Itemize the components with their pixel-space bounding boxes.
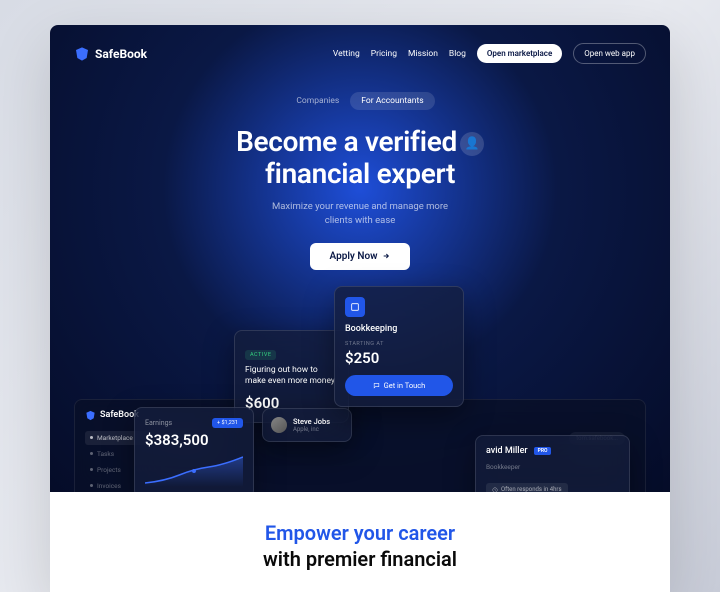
hero-title: Become a verified👤 financial expert (74, 126, 646, 190)
get-in-touch-button[interactable]: Get in Touch (345, 375, 453, 396)
bookkeeping-card[interactable]: Bookkeeping STARTING AT $250 Get in Touc… (334, 286, 464, 407)
bottom-section: Empower your career with premier financi… (50, 492, 670, 592)
earnings-label: Earnings (145, 419, 172, 427)
bookkeeping-title: Bookkeeping (345, 324, 453, 334)
profile-name: avid Miller (486, 446, 528, 456)
task-title: Figuring out how to make even more money (245, 365, 338, 387)
apply-now-button[interactable]: Apply Now (310, 243, 411, 270)
nav-links: Vetting Pricing Mission Blog Open market… (333, 43, 646, 64)
contact-card[interactable]: Steve Jobs Apple, inc (262, 408, 352, 442)
chat-icon (373, 382, 380, 389)
contact-company: Apple, inc (293, 426, 330, 433)
nav-mission[interactable]: Mission (408, 49, 438, 59)
pro-badge: PRO (534, 447, 552, 455)
contact-name: Steve Jobs (293, 417, 330, 426)
brand-logo[interactable]: SafeBook (74, 46, 147, 62)
bookkeeping-icon (345, 297, 365, 317)
tab-companies[interactable]: Companies (285, 92, 350, 110)
nav-blog[interactable]: Blog (449, 49, 466, 59)
earnings-chart (145, 455, 243, 487)
audience-tabs: Companies For Accountants (74, 92, 646, 110)
response-badge: Often responds in 4hrs (486, 483, 568, 492)
clock-icon (492, 487, 498, 492)
earnings-delta: + $1,231 (212, 418, 243, 428)
nav-vetting[interactable]: Vetting (333, 49, 360, 59)
active-badge: ACTIVE (245, 350, 276, 360)
verified-badge-icon: 👤 (460, 132, 484, 156)
bookkeeping-price: $250 (345, 349, 453, 367)
starting-at-label: STARTING AT (345, 341, 453, 347)
product-mockup: SafeBook Marketplace Tasks Projects Invo… (64, 292, 656, 492)
profile-role: Bookkeeper (486, 463, 619, 471)
tab-accountants[interactable]: For Accountants (350, 92, 434, 110)
main-nav: SafeBook Vetting Pricing Mission Blog Op… (74, 43, 646, 64)
logo-icon (74, 46, 90, 62)
nav-pricing[interactable]: Pricing (371, 49, 397, 59)
earnings-amount: $383,500 (145, 431, 243, 449)
app-logo-icon (85, 410, 96, 421)
profile-card[interactable]: avid Miller PRO Bookkeeper Often respond… (475, 435, 630, 492)
open-webapp-button[interactable]: Open web app (573, 43, 646, 64)
avatar (271, 417, 287, 433)
arrow-right-icon (382, 252, 390, 260)
earnings-card[interactable]: Earnings + $1,231 $383,500 (134, 407, 254, 492)
hero-subtitle: Maximize your revenue and manage morecli… (74, 200, 646, 227)
hero-section: SafeBook Vetting Pricing Mission Blog Op… (50, 25, 670, 492)
open-marketplace-button[interactable]: Open marketplace (477, 44, 562, 63)
brand-name: SafeBook (95, 47, 147, 61)
bottom-heading: Empower your career with premier financi… (74, 520, 646, 572)
